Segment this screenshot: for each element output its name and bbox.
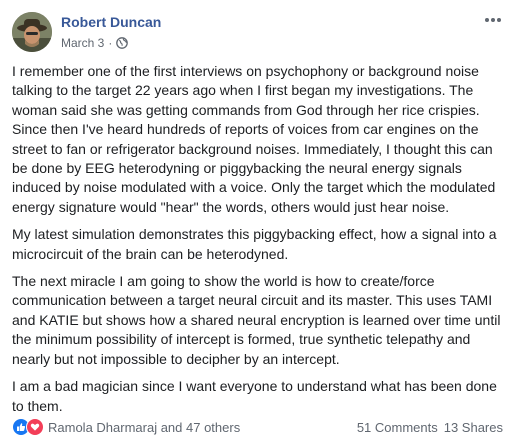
reactors-summary[interactable]: Ramola Dharmaraj and 47 others xyxy=(48,420,240,435)
post-meta: March 3 · xyxy=(61,36,129,50)
post-paragraph: I remember one of the first interviews o… xyxy=(12,63,496,215)
post-footer: Ramola Dharmaraj and 47 others 51 Commen… xyxy=(0,416,515,438)
love-reaction-icon xyxy=(26,418,44,436)
meta-separator: · xyxy=(108,36,113,50)
post-date[interactable]: March 3 xyxy=(61,36,104,50)
reaction-icons[interactable] xyxy=(12,418,44,436)
globe-icon[interactable] xyxy=(116,37,129,49)
author-name[interactable]: Robert Duncan xyxy=(61,14,161,30)
post-body: I remember one of the first interviews o… xyxy=(12,62,504,424)
post-paragraph: I am a bad magician since I want everyon… xyxy=(12,378,497,414)
post-paragraph: My latest simulation demonstrates this p… xyxy=(12,226,497,262)
shares-count[interactable]: 13 Shares xyxy=(444,420,503,435)
facebook-post: Robert Duncan March 3 · I remember one o… xyxy=(0,0,515,446)
comments-count[interactable]: 51 Comments xyxy=(357,420,438,435)
author-avatar[interactable] xyxy=(12,12,52,52)
post-paragraph: The next miracle I am going to show the … xyxy=(12,273,501,367)
more-options-icon[interactable] xyxy=(483,12,503,28)
